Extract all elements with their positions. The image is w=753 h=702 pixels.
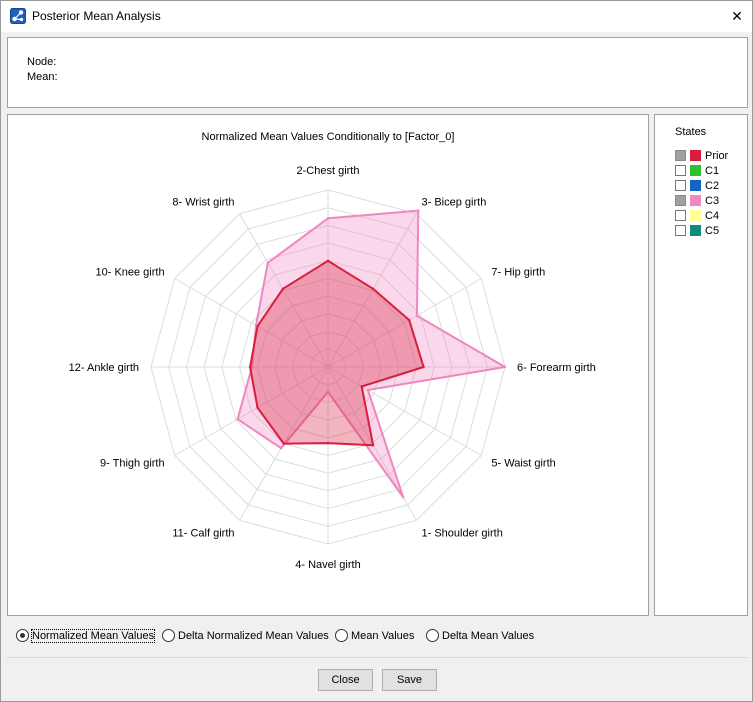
radio-label: Mean Values: [351, 629, 415, 642]
save-button[interactable]: Save: [382, 669, 437, 691]
legend-item-c1[interactable]: C1: [675, 164, 719, 177]
data-point-c3: [503, 365, 507, 369]
radio-indicator[interactable]: [16, 629, 29, 642]
chart-title: Normalized Mean Values Conditionally to …: [202, 131, 455, 143]
legend-color-swatch: [690, 195, 701, 206]
axis-label: 6- Forearm girth: [517, 362, 596, 374]
radio-indicator[interactable]: [162, 629, 175, 642]
data-point-c3: [266, 261, 269, 264]
data-point-c3: [366, 388, 370, 392]
legend-item-c5[interactable]: C5: [675, 224, 719, 237]
node-label: Node:: [27, 56, 57, 68]
radio-indicator[interactable]: [335, 629, 348, 642]
data-point-prior: [256, 406, 259, 409]
axis-label: 11- Calf girth: [172, 527, 234, 539]
data-point-prior: [371, 287, 375, 290]
states-legend-panel: States Prior C1 C2 C3 C4 C5: [654, 114, 748, 616]
legend-checkbox[interactable]: [675, 180, 686, 191]
data-point-c3: [326, 217, 330, 220]
value-type-radio-group: Normalized Mean Values Delta Normalized …: [7, 623, 748, 651]
axis-label: 2-Chest girth: [297, 165, 360, 177]
radio-mean-values[interactable]: Mean Values: [335, 629, 414, 642]
legend-color-swatch: [690, 150, 701, 161]
data-point-prior: [408, 318, 411, 322]
posterior-mean-analysis-window: Posterior Mean Analysis ✕ Node: Mean: No…: [0, 0, 753, 702]
legend-color-swatch: [690, 225, 701, 236]
axis-label: 8- Wrist girth: [172, 197, 234, 209]
data-point-prior: [360, 385, 363, 388]
data-point-prior: [282, 442, 285, 445]
data-point-c3: [279, 447, 283, 450]
footer-separator: [7, 657, 748, 658]
axis-label: 3- Bicep girth: [422, 197, 487, 209]
legend-label: C2: [705, 179, 720, 192]
legend-item-c3[interactable]: C3: [675, 194, 719, 207]
axis-label: 12- Ankle girth: [69, 362, 139, 374]
data-point-prior: [281, 287, 285, 290]
legend-label: Prior: [705, 149, 729, 162]
legend-label: C5: [705, 224, 720, 237]
legend-color-swatch: [690, 180, 701, 191]
data-point-prior: [371, 444, 375, 447]
close-window-button[interactable]: ✕: [722, 1, 752, 32]
data-point-prior: [326, 259, 330, 262]
legend-checkbox[interactable]: [675, 210, 686, 221]
legend-item-prior[interactable]: Prior: [675, 149, 728, 162]
axis-label: 7- Hip girth: [491, 267, 545, 279]
close-button[interactable]: Close: [318, 669, 373, 691]
window-title: Posterior Mean Analysis: [32, 9, 161, 23]
legend-item-c2[interactable]: C2: [675, 179, 719, 192]
data-point-c3: [236, 418, 239, 421]
data-point-c3: [417, 209, 420, 212]
axis-label: 10- Knee girth: [95, 267, 164, 279]
legend-label: C3: [705, 194, 720, 207]
data-point-prior: [326, 441, 330, 445]
data-point-prior: [248, 365, 252, 369]
axis-label: 1- Shoulder girth: [422, 527, 503, 539]
legend-checkbox[interactable]: [675, 165, 686, 176]
radio-label: Normalized Mean Values: [30, 628, 156, 643]
legend-title: States: [675, 126, 707, 138]
radar-chart: Normalized Mean Values Conditionally to …: [69, 131, 596, 571]
radar-chart-panel: Normalized Mean Values Conditionally to …: [7, 114, 649, 616]
data-point-prior: [256, 325, 259, 328]
legend-label: C4: [705, 209, 720, 222]
axis-label: 5- Waist girth: [491, 458, 555, 470]
network-icon: [10, 8, 26, 24]
axis-label: 9- Thigh girth: [100, 458, 165, 470]
radio-indicator[interactable]: [426, 629, 439, 642]
radio-delta-mean-values[interactable]: Delta Mean Values: [426, 629, 534, 642]
legend-checkbox[interactable]: [675, 195, 686, 206]
data-point-prior: [422, 365, 425, 369]
legend-checkbox[interactable]: [675, 150, 686, 161]
mean-label: Mean:: [27, 71, 58, 83]
radio-delta-normalized-mean-values[interactable]: Delta Normalized Mean Values: [162, 629, 329, 642]
title-bar: Posterior Mean Analysis ✕: [1, 1, 752, 32]
legend-color-swatch: [690, 165, 701, 176]
radio-normalized-mean-values[interactable]: Normalized Mean Values: [16, 628, 156, 643]
radio-label: Delta Mean Values: [442, 629, 535, 642]
radio-label: Delta Normalized Mean Values: [178, 629, 329, 642]
data-point-c3: [415, 314, 419, 317]
legend-color-swatch: [690, 210, 701, 221]
legend-label: C1: [705, 164, 720, 177]
axis-label: 4- Navel girth: [295, 559, 360, 571]
legend-checkbox[interactable]: [675, 225, 686, 236]
legend-item-c4[interactable]: C4: [675, 209, 719, 222]
data-point-c3: [402, 496, 405, 499]
close-icon: ✕: [731, 8, 743, 24]
node-info-panel: Node: Mean:: [7, 37, 748, 108]
